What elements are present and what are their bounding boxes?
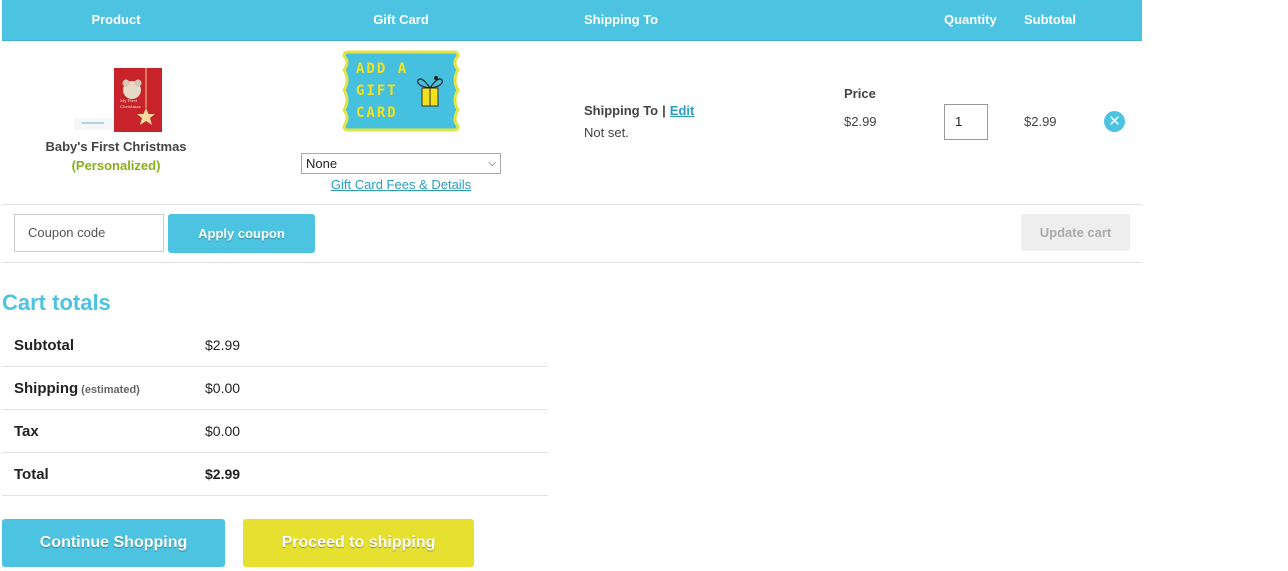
totals-row-shipping: Shipping (estimated) $0.00 bbox=[2, 367, 548, 410]
totals-tax-value: $0.00 bbox=[205, 423, 241, 439]
gift-card-selected-value: None bbox=[306, 156, 338, 171]
chevron-down-icon: ⌵ bbox=[488, 158, 496, 169]
totals-shipping-value: $0.00 bbox=[205, 380, 241, 396]
proceed-to-shipping-button[interactable]: Proceed to shipping bbox=[243, 519, 474, 567]
totals-shipping-label: Shipping bbox=[14, 380, 79, 397]
totals-tax-label: Tax bbox=[14, 423, 39, 440]
continue-shopping-button[interactable]: Continue Shopping bbox=[2, 519, 225, 567]
totals-shipping-note: (estimated) bbox=[81, 384, 140, 396]
header-product: Product bbox=[91, 12, 141, 27]
shipping-to-label-group: Shipping To | Edit bbox=[584, 103, 694, 118]
header-quantity: Quantity bbox=[944, 12, 997, 27]
cart-totals-title: Cart totals bbox=[2, 290, 111, 315]
totals-subtotal-label: Subtotal bbox=[14, 337, 74, 354]
cart-actions: Coupon code Apply coupon Update cart bbox=[2, 205, 1142, 263]
item-price: $2.99 bbox=[844, 114, 877, 129]
cart-totals-table: Subtotal $2.99 Shipping (estimated) $0.00… bbox=[2, 324, 548, 496]
shipping-to-value: Not set. bbox=[584, 125, 629, 140]
svg-text:GIFT: GIFT bbox=[356, 83, 398, 99]
totals-row-tax: Tax $0.00 bbox=[2, 410, 548, 453]
close-circle-icon[interactable]: ✕ bbox=[1104, 111, 1125, 132]
shipping-edit-link[interactable]: Edit bbox=[670, 103, 695, 118]
svg-text:My First: My First bbox=[120, 98, 138, 103]
item-subtotal: $2.99 bbox=[1024, 114, 1057, 129]
gift-card-fees-link[interactable]: Gift Card Fees & Details bbox=[292, 177, 510, 192]
totals-total-value: $2.99 bbox=[205, 466, 241, 482]
totals-subtotal-value: $2.99 bbox=[205, 337, 241, 353]
product-personalized-note: (Personalized) bbox=[71, 158, 161, 173]
cart-table-header: Product Gift Card Shipping To Price Quan… bbox=[2, 0, 1142, 101]
shipping-to-label: Shipping To bbox=[584, 103, 659, 118]
gift-card-image[interactable]: ADD A GIFT CARD bbox=[342, 50, 460, 132]
totals-total-label: Total bbox=[14, 466, 49, 483]
quantity-input[interactable]: 1 bbox=[944, 104, 988, 140]
header-shipping-to: Shipping To bbox=[584, 12, 659, 27]
gift-card-select[interactable]: None ⌵ bbox=[301, 153, 501, 174]
svg-text:ADD A: ADD A bbox=[356, 61, 408, 77]
svg-text:Christmas: Christmas bbox=[120, 104, 141, 109]
product-name[interactable]: Baby's First Christmas bbox=[2, 139, 230, 154]
totals-row-subtotal: Subtotal $2.99 bbox=[2, 324, 548, 367]
svg-text:CARD: CARD bbox=[356, 105, 398, 121]
totals-row-total: Total $2.99 bbox=[2, 453, 548, 496]
header-subtotal: Subtotal bbox=[1024, 12, 1076, 27]
cart-item-row: My First Christmas Baby's First Christma… bbox=[2, 40, 1142, 205]
shipping-separator: | bbox=[662, 103, 666, 118]
apply-coupon-button[interactable]: Apply coupon bbox=[168, 214, 315, 253]
header-gift-card: Gift Card bbox=[373, 12, 429, 27]
totals-shipping-label-group: Shipping (estimated) bbox=[14, 380, 140, 397]
update-cart-button[interactable]: Update cart bbox=[1021, 214, 1130, 251]
coupon-input[interactable]: Coupon code bbox=[14, 214, 164, 252]
product-image[interactable]: My First Christmas bbox=[72, 68, 164, 132]
cart-table: Product Gift Card Shipping To Price Quan… bbox=[2, 0, 1142, 205]
